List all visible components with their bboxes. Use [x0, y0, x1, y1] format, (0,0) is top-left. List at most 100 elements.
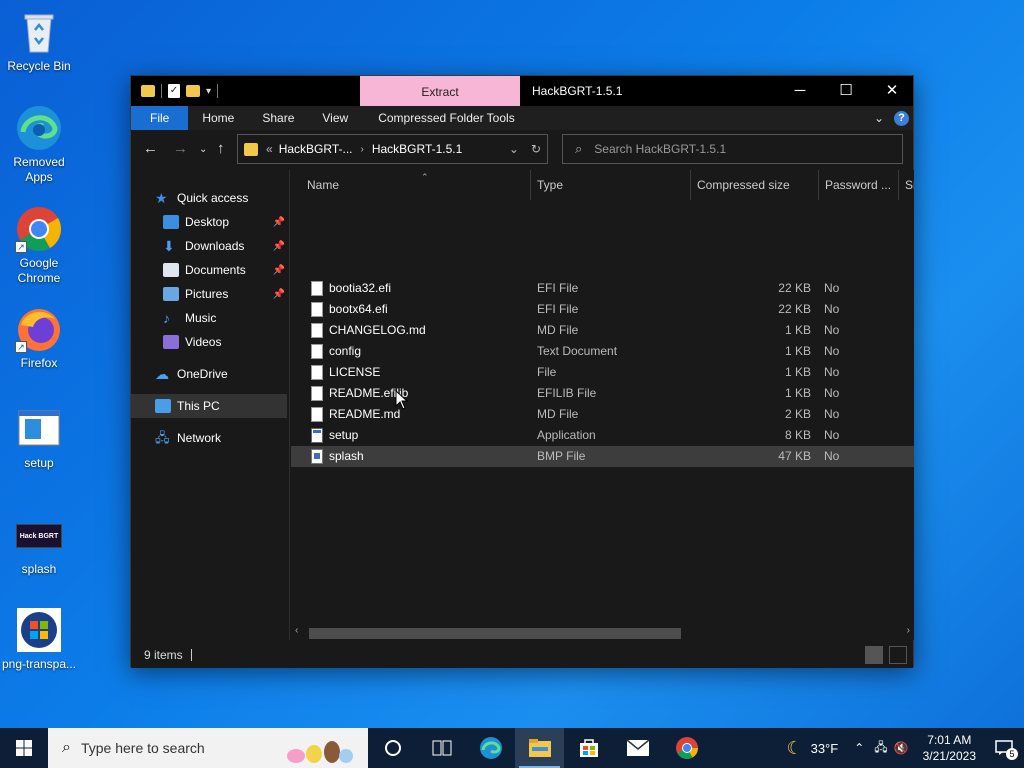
file-compressed-size: 1 KB — [784, 344, 811, 358]
nav-item-label: Quick access — [177, 191, 249, 205]
table-row[interactable]: config Text Document 1 KB No — [291, 341, 914, 362]
desktop-icon-firefox[interactable]: ↗ Firefox — [1, 305, 77, 371]
scroll-right-icon[interactable]: › — [907, 625, 910, 636]
clock[interactable]: 7:01 AM 3/21/2023 — [923, 732, 976, 764]
nav-item-this-pc[interactable]: This PC — [131, 394, 287, 418]
close-button[interactable]: ✕ — [869, 76, 915, 106]
edge-icon — [479, 737, 502, 759]
maximize-button[interactable]: ☐ — [823, 76, 869, 106]
nav-item-desktop[interactable]: Desktop 📌 — [131, 210, 289, 234]
documents-icon — [163, 263, 179, 277]
notification-center-button[interactable]: 5 — [984, 728, 1024, 768]
expand-ribbon-icon[interactable]: ⌄ — [874, 111, 884, 125]
search-box[interactable]: ⌕ Search HackBGRT-1.5.1 — [562, 134, 903, 164]
nav-item-label: Downloads — [185, 239, 245, 253]
table-row[interactable]: bootx64.efi EFI File 22 KB No — [291, 299, 914, 320]
table-row[interactable]: README.efilib EFILIB File 1 KB No — [291, 383, 914, 404]
breadcrumb-overflow[interactable]: « — [266, 142, 273, 156]
volume-muted-icon[interactable]: 🔇 — [894, 741, 909, 755]
splash-thumbnail-text: Hack BGRT — [16, 524, 62, 548]
desktop-icon-recycle-bin[interactable]: Recycle Bin — [1, 8, 77, 74]
taskbar-store-button[interactable] — [564, 728, 613, 768]
scrollbar-thumb[interactable] — [309, 628, 681, 639]
table-row[interactable]: README.md MD File 2 KB No — [291, 404, 914, 425]
tab-compressed-folder-tools[interactable]: Compressed Folder Tools — [362, 106, 529, 130]
forward-arrow-icon[interactable]: → — [173, 140, 188, 157]
nav-item-quick-access[interactable]: ★ Quick access — [131, 186, 289, 210]
downloads-icon: ⬇ — [163, 238, 175, 254]
table-row-selected[interactable]: splash BMP File 47 KB No — [291, 446, 914, 467]
address-row: ← → ⌄ ↑ « HackBGRT-... › HackBGRT-1.5.1 … — [131, 130, 913, 170]
up-arrow-icon[interactable]: ↑ — [217, 140, 225, 157]
large-icons-view-icon[interactable] — [889, 646, 907, 664]
column-header-compressed-size[interactable]: Compressed size — [691, 170, 819, 200]
taskbar-edge-button[interactable] — [466, 728, 515, 768]
taskbar-file-explorer-button[interactable] — [515, 728, 564, 768]
music-icon: ♪ — [163, 310, 170, 326]
desktop-icon-png-transparent[interactable]: png-transpa... — [1, 606, 77, 672]
breadcrumb-current[interactable]: HackBGRT-1.5.1 — [372, 142, 462, 156]
address-bar[interactable]: « HackBGRT-... › HackBGRT-1.5.1 ⌄ ↻ — [237, 134, 548, 164]
nav-item-videos[interactable]: Videos — [131, 330, 289, 354]
recent-locations-icon[interactable]: ⌄ — [199, 144, 207, 155]
column-header-name[interactable]: ⌃ Name — [301, 170, 531, 200]
file-password: No — [824, 344, 840, 358]
details-view-icon[interactable] — [865, 646, 883, 664]
column-header-type[interactable]: Type — [531, 170, 691, 200]
tab-home[interactable]: Home — [188, 106, 248, 130]
table-row[interactable]: LICENSE File 1 KB No — [291, 362, 914, 383]
table-row[interactable]: CHANGELOG.md MD File 1 KB No — [291, 320, 914, 341]
table-row[interactable]: setup Application 8 KB No — [291, 425, 914, 446]
task-view-button-2[interactable] — [417, 728, 466, 768]
file-compressed-size: 8 KB — [784, 428, 811, 442]
weather-moon-icon[interactable]: ☾ — [786, 738, 802, 759]
file-password: No — [824, 302, 840, 316]
file-compressed-size: 1 KB — [784, 386, 811, 400]
horizontal-scrollbar[interactable]: ‹ › — [291, 624, 914, 640]
taskbar-chrome-button[interactable] — [662, 728, 711, 768]
column-header-size[interactable]: Si — [899, 170, 914, 200]
nav-item-music[interactable]: ♪ Music — [131, 306, 289, 330]
pane-splitter[interactable] — [289, 170, 290, 640]
task-view-button[interactable] — [368, 728, 417, 768]
desktop-icon-splash[interactable]: Hack BGRT splash — [1, 521, 77, 577]
extract-context-tab[interactable]: Extract — [360, 76, 520, 106]
breadcrumb-parent[interactable]: HackBGRT-... — [279, 142, 353, 156]
taskbar-mail-button[interactable] — [613, 728, 662, 768]
pin-icon: 📌 — [272, 240, 285, 252]
nav-item-pictures[interactable]: Pictures 📌 — [131, 282, 289, 306]
properties-icon[interactable]: ✓ — [168, 84, 180, 98]
show-hidden-icons-icon[interactable]: ⌃ — [854, 741, 864, 755]
minimize-button[interactable]: ─ — [777, 76, 823, 106]
file-icon — [311, 302, 323, 317]
table-row[interactable]: bootia32.efi EFI File 22 KB No — [291, 278, 914, 299]
column-header-password[interactable]: Password ... — [819, 170, 899, 200]
shortcut-arrow-icon: ↗ — [15, 241, 27, 253]
start-button[interactable] — [0, 728, 48, 768]
nav-item-network[interactable]: 🖧 Network — [131, 426, 289, 450]
scroll-left-icon[interactable]: ‹ — [295, 625, 298, 636]
tab-file[interactable]: File — [131, 106, 189, 130]
nav-item-downloads[interactable]: ⬇ Downloads 📌 — [131, 234, 289, 258]
clock-time: 7:01 AM — [927, 733, 972, 747]
desktop-icon-google-chrome[interactable]: ↗ Google Chrome — [1, 205, 77, 286]
back-arrow-icon[interactable]: ← — [143, 140, 158, 157]
desktop-icon-removed-apps[interactable]: Removed Apps — [1, 104, 77, 185]
new-folder-icon[interactable] — [186, 85, 200, 97]
refresh-icon[interactable]: ↻ — [531, 142, 541, 156]
file-name: splash — [329, 449, 364, 463]
file-name: setup — [329, 428, 359, 442]
nav-item-onedrive[interactable]: ☁ OneDrive — [131, 362, 289, 386]
ribbon-tabs: File Home Share View Compressed Folder T… — [131, 106, 913, 130]
file-icon — [311, 365, 323, 380]
taskbar-search-box[interactable]: ⌕ Type here to search — [48, 728, 368, 768]
address-dropdown-icon[interactable]: ⌄ — [509, 142, 519, 156]
customize-toolbar-icon[interactable]: ▾ — [206, 86, 211, 97]
tab-share[interactable]: Share — [248, 106, 308, 130]
weather-temperature[interactable]: 33°F — [811, 741, 839, 756]
desktop-icon-setup[interactable]: setup — [1, 405, 77, 471]
nav-item-documents[interactable]: Documents 📌 — [131, 258, 289, 282]
help-icon[interactable]: ? — [894, 110, 909, 126]
tab-view[interactable]: View — [308, 106, 362, 130]
network-status-icon[interactable]: 🖧 — [874, 738, 887, 759]
